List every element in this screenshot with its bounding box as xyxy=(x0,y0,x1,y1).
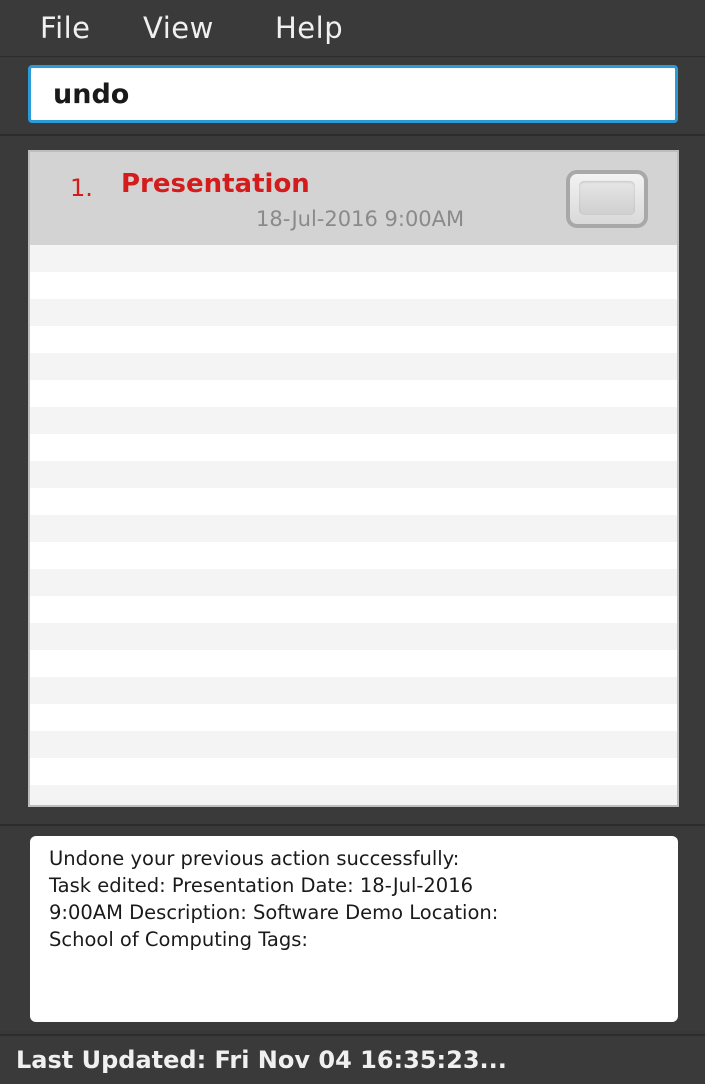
task-name: Presentation xyxy=(121,169,310,199)
command-box-area xyxy=(0,57,705,136)
command-input[interactable] xyxy=(28,65,678,123)
menu-help[interactable]: Help xyxy=(275,8,343,48)
task-date: 18-Jul-2016 9:00AM xyxy=(256,207,465,231)
task-done-checkbox[interactable] xyxy=(566,170,648,228)
last-updated-status: Last Updated: Fri Nov 04 16:35:23... xyxy=(16,1046,507,1074)
menu-file[interactable]: File xyxy=(40,8,91,48)
task-card[interactable]: 1. Presentation 18-Jul-2016 9:00AM xyxy=(30,152,677,245)
menu-view[interactable]: View xyxy=(143,8,214,48)
menu-bar: File View Help xyxy=(0,0,705,57)
task-list-panel: 1. Presentation 18-Jul-2016 9:00AM xyxy=(0,136,705,826)
task-list[interactable]: 1. Presentation 18-Jul-2016 9:00AM xyxy=(28,150,679,807)
result-panel: Undone your previous action successfully… xyxy=(0,826,705,1031)
task-index: 1. xyxy=(70,174,93,202)
status-bar: Last Updated: Fri Nov 04 16:35:23... xyxy=(0,1034,705,1084)
result-display: Undone your previous action successfully… xyxy=(30,836,678,1022)
